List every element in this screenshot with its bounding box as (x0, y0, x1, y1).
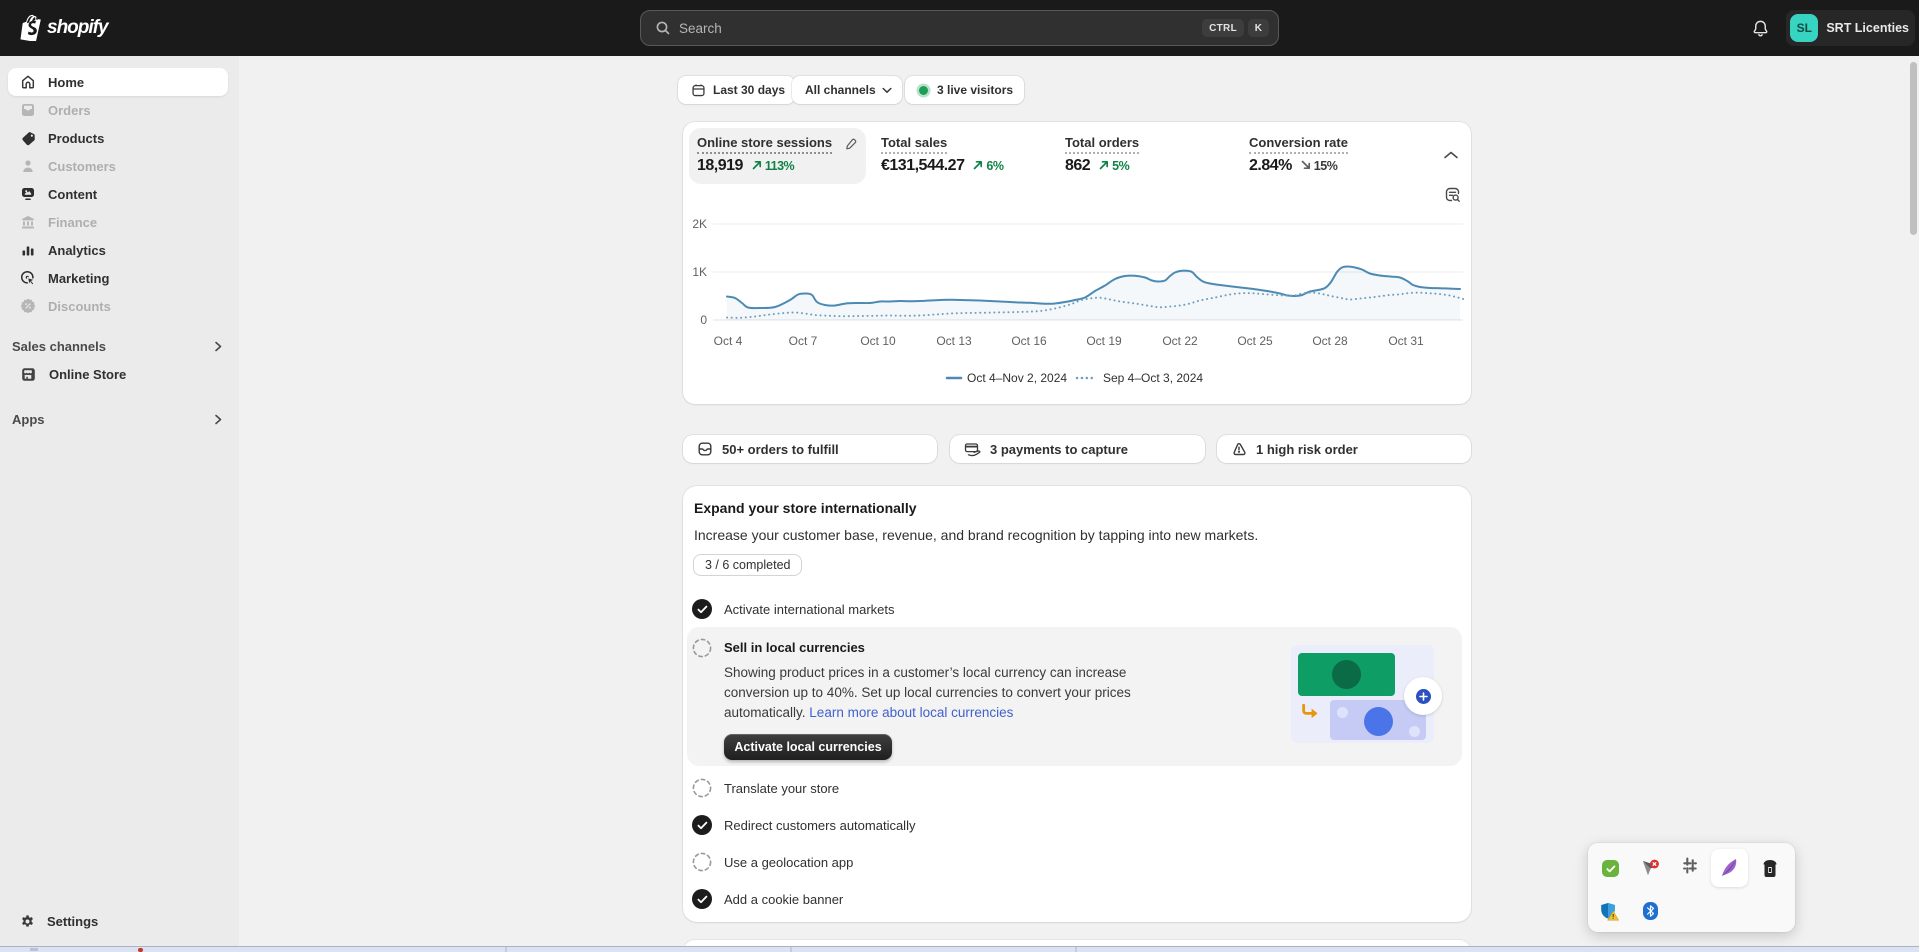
svg-text:Oct 28: Oct 28 (1312, 334, 1348, 348)
svg-text:2K: 2K (692, 217, 707, 231)
svg-text:Oct 10: Oct 10 (860, 334, 896, 348)
svg-text:1K: 1K (692, 265, 707, 279)
svg-text:0: 0 (700, 313, 707, 327)
svg-text:Sep 4–Oct 3, 2024: Sep 4–Oct 3, 2024 (1103, 371, 1203, 385)
svg-text:Oct 22: Oct 22 (1162, 334, 1198, 348)
svg-text:Oct 31: Oct 31 (1388, 334, 1424, 348)
svg-text:Oct 16: Oct 16 (1011, 334, 1047, 348)
svg-text:Oct 4: Oct 4 (714, 334, 743, 348)
svg-text:Oct 13: Oct 13 (936, 334, 972, 348)
svg-text:Oct 7: Oct 7 (789, 334, 818, 348)
svg-text:Oct 25: Oct 25 (1237, 334, 1273, 348)
svg-text:Oct 19: Oct 19 (1086, 334, 1122, 348)
svg-text:Oct 4–Nov 2, 2024: Oct 4–Nov 2, 2024 (967, 371, 1067, 385)
